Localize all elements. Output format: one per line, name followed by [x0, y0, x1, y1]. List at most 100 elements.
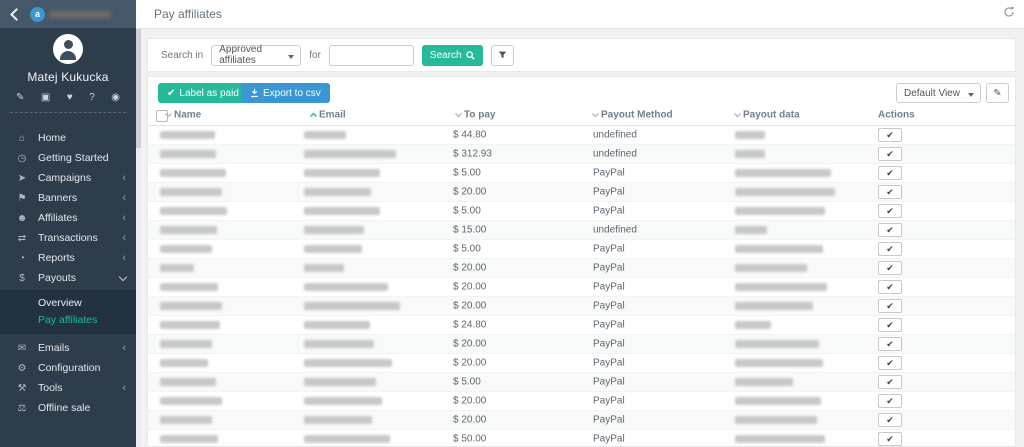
mark-paid-button[interactable]: ✔	[878, 394, 902, 408]
avatar	[53, 34, 83, 64]
mark-paid-button[interactable]: ✔	[878, 223, 902, 237]
submenu-item-overview[interactable]: Overview	[0, 295, 136, 312]
sidebar-item-label: Reports	[38, 252, 122, 264]
check-icon: ✔	[886, 301, 894, 312]
mark-paid-button[interactable]: ✔	[878, 413, 902, 427]
search-panel: Search in Approved affiliates for Search	[147, 38, 1016, 72]
mark-paid-button[interactable]: ✔	[878, 280, 902, 294]
column-header-name[interactable]: Name	[174, 110, 201, 121]
mark-paid-button[interactable]: ✔	[878, 261, 902, 275]
heart-icon[interactable]: ♥	[67, 92, 73, 104]
refresh-icon[interactable]	[994, 5, 1024, 23]
email-redacted	[304, 416, 372, 424]
payout-data-redacted	[735, 264, 807, 272]
to-pay-value: $ 15.00	[453, 225, 486, 236]
payout-data-redacted	[735, 378, 793, 386]
to-pay-value: $ 312.93	[453, 149, 492, 160]
mark-paid-button[interactable]: ✔	[878, 128, 902, 142]
filter-button[interactable]	[491, 45, 514, 66]
chevron-left-icon: ‹	[122, 253, 126, 263]
mark-paid-button[interactable]: ✔	[878, 356, 902, 370]
mark-paid-button[interactable]: ✔	[878, 337, 902, 351]
table-row: $ 20.00 PayPal ✔	[148, 297, 1015, 316]
sidebar-item-home[interactable]: ⌂Home	[0, 128, 136, 148]
sort-desc-icon[interactable]	[591, 112, 600, 118]
monitor-icon[interactable]: ▣	[41, 92, 50, 104]
check-icon: ✔	[886, 130, 894, 141]
mark-paid-button[interactable]: ✔	[878, 185, 902, 199]
label-as-paid-button[interactable]: ✔ Label as paid	[158, 83, 248, 103]
column-header-email[interactable]: Email	[319, 110, 346, 121]
column-header-to-pay[interactable]: To pay	[464, 110, 495, 121]
power-icon[interactable]: ◉	[111, 92, 120, 104]
sidebar-item-reports[interactable]: ◔ Reports‹	[0, 248, 136, 268]
email-redacted	[304, 264, 344, 272]
export-to-csv-button[interactable]: Export to csv	[241, 83, 330, 103]
email-redacted	[304, 131, 346, 139]
back-button[interactable]	[0, 0, 30, 28]
to-pay-value: $ 20.00	[453, 301, 486, 312]
page-header: Pay affiliates	[136, 0, 1024, 29]
column-header-payout-method[interactable]: Payout Method	[601, 110, 673, 121]
mark-paid-button[interactable]: ✔	[878, 432, 902, 446]
divider	[10, 112, 126, 113]
sidebar-item-banners[interactable]: ⚑Banners‹	[0, 188, 136, 208]
name-redacted	[160, 283, 218, 291]
chevron-left-icon: ‹	[122, 233, 126, 243]
search-input[interactable]	[329, 45, 414, 66]
search-button[interactable]: Search	[422, 45, 483, 66]
sort-asc-icon[interactable]	[309, 112, 318, 118]
sort-desc-icon[interactable]	[164, 112, 173, 118]
pencil-icon: ✎	[993, 88, 1001, 99]
search-scope-select[interactable]: Approved affiliates	[211, 45, 301, 66]
payout-data-redacted	[735, 245, 823, 253]
help-icon[interactable]: ?	[89, 92, 95, 104]
sort-desc-icon[interactable]	[454, 112, 463, 118]
back-chevron-icon	[10, 8, 23, 21]
profile-section: Matej Kukucka ✎▣♥?◉	[0, 28, 136, 113]
to-pay-value: $ 44.80	[453, 130, 486, 141]
sidebar-item-campaigns[interactable]: ➤Campaigns‹	[0, 168, 136, 188]
table-row: $ 50.00PayPal✔	[148, 430, 1015, 447]
tools-icon: ⚒	[14, 383, 30, 394]
edit-view-button[interactable]: ✎	[986, 83, 1009, 103]
sidebar-item-getting-started[interactable]: ◷Getting Started	[0, 148, 136, 168]
payout-method-value: undefined	[593, 225, 637, 236]
pencil-icon[interactable]: ✎	[16, 92, 24, 104]
email-redacted	[304, 340, 374, 348]
table-row: $ 5.00PayPal✔	[148, 373, 1015, 392]
email-redacted	[304, 283, 388, 291]
sort-desc-icon[interactable]	[733, 112, 742, 118]
chevron-down-icon	[968, 93, 974, 97]
payout-data-redacted	[735, 359, 823, 367]
mark-paid-button[interactable]: ✔	[878, 166, 902, 180]
sidebar-item-payouts[interactable]: $Payouts	[0, 268, 136, 288]
banner-flag-icon: ⚑	[14, 193, 30, 204]
mark-paid-button[interactable]: ✔	[878, 375, 902, 389]
column-header-payout-data[interactable]: Payout data	[743, 110, 800, 121]
payout-data-redacted	[735, 131, 765, 139]
mark-paid-button[interactable]: ✔	[878, 318, 902, 332]
submenu-item-pay-affiliates[interactable]: Pay affiliates	[0, 312, 136, 329]
to-pay-value: $ 5.00	[453, 168, 481, 179]
sidebar-item-affiliates[interactable]: ☻Affiliates‹	[0, 208, 136, 228]
sidebar-item-configuration[interactable]: ⚙Configuration	[0, 358, 136, 378]
sidebar-scrollbar[interactable]	[136, 28, 141, 447]
view-select[interactable]: Default View	[896, 83, 981, 103]
mark-paid-button[interactable]: ✔	[878, 299, 902, 313]
sidebar-item-tools[interactable]: ⚒Tools‹	[0, 378, 136, 398]
column-header-actions[interactable]: Actions	[878, 110, 915, 121]
mark-paid-button[interactable]: ✔	[878, 147, 902, 161]
sidebar-item-transactions[interactable]: ⇄Transactions‹	[0, 228, 136, 248]
mark-paid-button[interactable]: ✔	[878, 204, 902, 218]
sidebar-item-emails[interactable]: ✉Emails‹	[0, 338, 136, 358]
mark-paid-button[interactable]: ✔	[878, 242, 902, 256]
name-redacted	[160, 321, 220, 329]
table-row: $ 20.00PayPal✔	[148, 259, 1015, 278]
pie-chart-icon: ◔	[14, 253, 30, 264]
payout-method-value: PayPal	[593, 301, 625, 312]
chevron-down-icon	[288, 55, 294, 59]
sidebar-item-label: Home	[38, 132, 126, 144]
payout-method-value: PayPal	[593, 415, 625, 426]
sidebar-item-offline-sale[interactable]: ⚖Offline sale	[0, 398, 136, 418]
